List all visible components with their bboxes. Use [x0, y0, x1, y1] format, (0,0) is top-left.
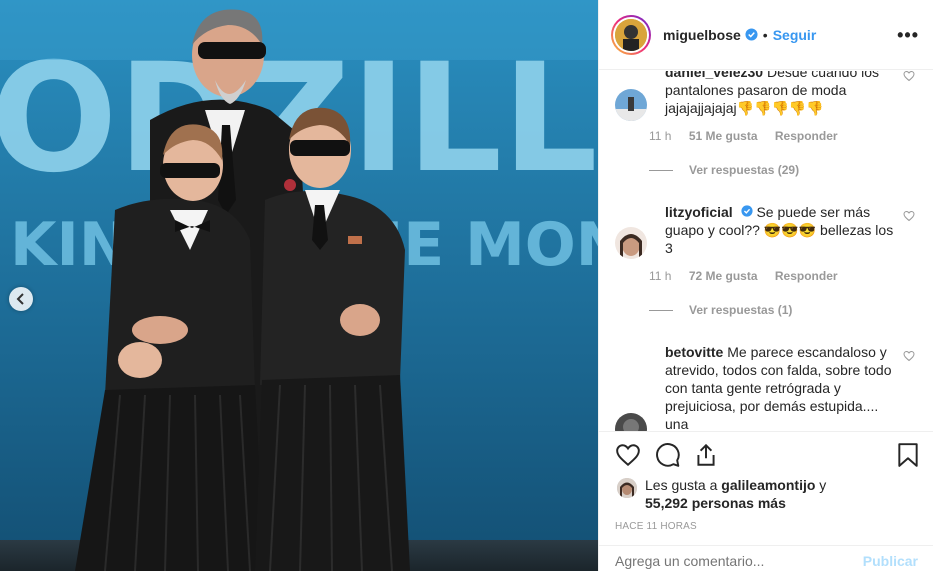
more-options-icon[interactable]: ••• — [897, 26, 919, 44]
chevron-left-icon — [15, 293, 27, 305]
add-comment-bar: Publicar — [599, 545, 933, 571]
reply-button[interactable]: Responder — [775, 129, 838, 143]
comment-item: betovitte Me parece escandaloso y atrevi… — [615, 343, 915, 431]
comment-username[interactable]: litzyoficial — [665, 204, 733, 220]
likes-prefix: Les gusta a — [645, 477, 718, 493]
comment-like-heart-icon[interactable] — [903, 71, 915, 87]
comment-input[interactable] — [615, 552, 863, 569]
author-username[interactable]: miguelbose — [663, 27, 741, 43]
post-timestamp[interactable]: HACE 11 HORAS — [615, 521, 697, 532]
action-icons-row — [613, 442, 920, 472]
likes-summary: Les gusta a galileamontijo y 55,292 pers… — [617, 476, 826, 512]
publish-button[interactable]: Publicar — [863, 553, 918, 569]
comment-avatar[interactable] — [615, 413, 647, 431]
author-avatar[interactable] — [611, 14, 651, 55]
comment-username[interactable]: betovitte — [665, 344, 723, 360]
post-photo[interactable]: ODZILLA KING OF THE MONSTERS — [0, 0, 598, 571]
likes-conjunction: y — [819, 477, 827, 493]
share-icon[interactable] — [693, 442, 719, 473]
reply-button[interactable]: Responder — [775, 269, 838, 283]
verified-icon — [745, 28, 758, 41]
follow-button[interactable]: Seguir — [773, 27, 817, 43]
comment-meta: 11 h 72 Me gusta Responder — [649, 269, 852, 283]
view-replies-button[interactable]: Ver respuestas (1) — [649, 303, 792, 317]
comment-username[interactable]: daniel_velez30 — [665, 71, 763, 80]
bookmark-icon[interactable] — [896, 442, 920, 473]
view-replies-label: Ver respuestas (1) — [689, 303, 793, 317]
post-actions: Les gusta a galileamontijo y 55,292 pers… — [599, 431, 933, 571]
view-replies-button[interactable]: Ver respuestas (29) — [649, 163, 799, 177]
verified-icon — [741, 205, 753, 217]
comment-item: litzyoficial Se puede ser más guapo y co… — [615, 203, 915, 273]
post-header: miguelbose • Seguir ••• — [599, 0, 933, 70]
separator-dot: • — [762, 26, 768, 43]
view-replies-label: Ver respuestas (29) — [689, 163, 800, 177]
comment-time: 11 h — [649, 129, 672, 143]
liker-username[interactable]: galileamontijo — [721, 477, 815, 493]
photo-image: ODZILLA KING OF THE MONSTERS — [0, 0, 598, 571]
comments-list[interactable]: daniel_velez30 Desde cuando los pantalon… — [599, 71, 933, 431]
post-panel: miguelbose • Seguir ••• daniel_velez30 D… — [598, 0, 933, 571]
comment-text-block: daniel_velez30 Desde cuando los pantalon… — [665, 71, 900, 117]
comment-like-heart-icon[interactable] — [903, 209, 915, 227]
comment-text-block: betovitte Me parece escandaloso y atrevi… — [665, 343, 900, 431]
comment-avatar[interactable] — [615, 227, 647, 259]
comment-icon[interactable] — [655, 442, 681, 473]
comment-likes[interactable]: 72 Me gusta — [689, 269, 758, 283]
comment-time: 11 h — [649, 269, 672, 283]
comment-like-heart-icon[interactable] — [903, 349, 915, 367]
liker-avatar[interactable] — [617, 478, 637, 498]
carousel-prev-button[interactable] — [9, 287, 33, 311]
heart-icon[interactable] — [615, 442, 641, 473]
comment-meta: 11 h 51 Me gusta Responder — [649, 129, 852, 143]
comment-avatar[interactable] — [615, 89, 647, 121]
likes-count[interactable]: 55,292 personas más — [645, 495, 786, 511]
comment-likes[interactable]: 51 Me gusta — [689, 129, 758, 143]
comment-text-block: litzyoficial Se puede ser más guapo y co… — [665, 203, 900, 257]
